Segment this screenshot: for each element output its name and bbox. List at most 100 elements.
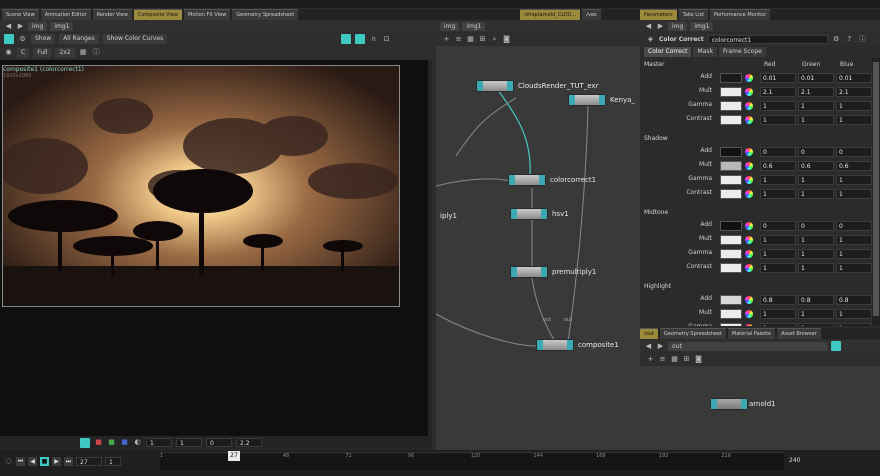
color-wheel-icon[interactable] [745, 176, 753, 184]
node-body[interactable] [508, 174, 546, 186]
param-value-field[interactable]: 1 [836, 101, 872, 111]
help-icon[interactable]: ? [845, 35, 854, 44]
node-colorcorrect1[interactable]: colorcorrect1 [508, 174, 596, 186]
back-arrow-icon[interactable]: ◀ [644, 342, 653, 351]
color-swatch[interactable] [720, 115, 742, 125]
param-value-field[interactable]: 2.1 [760, 87, 796, 97]
param-value-field[interactable]: 0.01 [798, 73, 834, 83]
tab-asset-browser[interactable]: Asset Browser [777, 328, 821, 339]
tab-shop-arnold[interactable]: /shop/arnold_CLOU... [520, 9, 581, 20]
grid-icon[interactable]: ▦ [466, 35, 475, 44]
stop-button[interactable]: ■ [40, 456, 49, 466]
param-group-title[interactable]: Highlight [644, 283, 671, 290]
color-wheel-icon[interactable] [745, 74, 753, 82]
param-value-field[interactable]: 0 [760, 221, 796, 231]
color-swatch[interactable] [720, 309, 742, 319]
tab-material-palette[interactable]: Material Palette [727, 328, 776, 339]
color-swatch[interactable] [720, 295, 742, 305]
color-swatch[interactable] [720, 101, 742, 111]
node-body[interactable] [510, 208, 548, 220]
channel-dropdown[interactable]: C [17, 47, 30, 58]
go-start-button[interactable]: ⏮ [16, 456, 25, 466]
out-network-editor[interactable]: arnold1 [640, 366, 880, 450]
timeline-ruler[interactable]: 1 27 48 72 96 120 144 168 192 216 [160, 452, 784, 470]
node-network-editor[interactable]: CloudsRender_TUT_exr Kenya_ colorcorrect… [436, 46, 640, 450]
param-value-field[interactable]: 0.6 [798, 161, 834, 171]
param-value-field[interactable]: 1 [836, 263, 872, 273]
param-value-field[interactable]: 1 [836, 323, 872, 326]
start-frame-field[interactable]: 1 [105, 456, 121, 466]
timeline-options-icon[interactable]: ◌ [4, 457, 13, 466]
color-chip-icon[interactable]: ■ [107, 438, 116, 447]
color-swatch[interactable] [720, 175, 742, 185]
end-frame-label[interactable]: 240 [789, 457, 800, 464]
param-value-field[interactable]: 1 [760, 115, 796, 125]
node-body[interactable] [476, 80, 514, 92]
pin-toggle[interactable] [831, 341, 841, 351]
param-value-field[interactable]: 1 [760, 189, 796, 199]
node-body[interactable] [510, 266, 548, 278]
subtab-frame-scope[interactable]: Frame Scope [718, 47, 766, 57]
forward-arrow-icon[interactable]: ▶ [656, 342, 665, 351]
color-swatch[interactable] [720, 189, 742, 199]
breadcrumb-current[interactable]: img1 [50, 21, 74, 31]
node-clouds-render[interactable]: CloudsRender_TUT_exr [476, 80, 598, 92]
param-value-field[interactable]: 1 [836, 189, 872, 199]
color-wheel-icon[interactable] [745, 116, 753, 124]
param-value-field[interactable]: 1 [836, 235, 872, 245]
node-kenya[interactable]: Kenya_ [568, 94, 635, 106]
camera-icon[interactable]: ◙ [694, 355, 703, 364]
range-dropdown[interactable]: All Ranges [59, 34, 99, 44]
param-value-field[interactable]: 1 [798, 309, 834, 319]
param-value-field[interactable]: 1 [760, 309, 796, 319]
color-swatch[interactable] [720, 161, 742, 171]
layout-icon[interactable]: ⊞ [478, 35, 487, 44]
tab-out[interactable]: /out [640, 328, 658, 339]
param-value-field[interactable]: 0.8 [798, 295, 834, 305]
node-body[interactable] [710, 398, 748, 410]
param-value-field[interactable]: 0 [798, 147, 834, 157]
breadcrumb-current[interactable]: out [668, 341, 828, 351]
params-scroll-thumb[interactable] [873, 62, 879, 316]
forward-arrow-icon[interactable]: ▶ [16, 22, 25, 31]
curves-button[interactable]: Show Color Curves [102, 34, 168, 44]
color-swatch[interactable] [720, 221, 742, 231]
list-icon[interactable]: ≡ [454, 35, 463, 44]
play-button[interactable]: ▶ [52, 456, 61, 466]
current-frame-field[interactable]: 27 [76, 456, 102, 466]
forward-arrow-icon[interactable]: ▶ [656, 22, 665, 31]
color-swatch[interactable] [720, 235, 742, 245]
param-value-field[interactable]: 1 [836, 115, 872, 125]
param-value-field[interactable]: 0.6 [836, 161, 872, 171]
color-wheel-icon[interactable] [745, 236, 753, 244]
step-back-button[interactable]: ◀ [28, 456, 37, 466]
param-value-field[interactable]: 2.1 [836, 87, 872, 97]
param-value-field[interactable]: 0 [798, 221, 834, 231]
param-value-field[interactable]: 0 [760, 147, 796, 157]
param-group-title[interactable]: Midtone [644, 209, 668, 216]
search-icon[interactable]: ⌕ [490, 35, 499, 44]
param-value-field[interactable]: 1 [798, 101, 834, 111]
param-value-field[interactable]: 1 [798, 323, 834, 326]
param-value-field[interactable]: 1 [760, 235, 796, 245]
grid-icon[interactable]: ▦ [670, 355, 679, 364]
breadcrumb-root[interactable]: img [668, 21, 688, 31]
go-end-button[interactable]: ⏭ [64, 456, 73, 466]
back-arrow-icon[interactable]: ◀ [644, 22, 653, 31]
display-toggle[interactable] [80, 437, 90, 448]
node-arnold1[interactable]: arnold1 [710, 398, 776, 410]
param-value-field[interactable]: 1 [836, 309, 872, 319]
info-icon[interactable]: ⓘ [92, 48, 101, 57]
node-name-field[interactable]: colorcorrect1 [707, 35, 828, 44]
overlay-toggle[interactable] [341, 34, 352, 44]
param-value-field[interactable]: 1 [798, 235, 834, 245]
node-hsv1[interactable]: hsv1 [510, 208, 569, 220]
subtab-color-correct[interactable]: Color Correct [644, 47, 692, 57]
color-wheel-icon[interactable] [745, 190, 753, 198]
zoom-mode-dropdown[interactable]: 2x2 [55, 47, 75, 58]
subtab-mask[interactable]: Mask [693, 47, 717, 57]
back-arrow-icon[interactable]: ◀ [4, 22, 13, 31]
tab-vex[interactable]: /vex [582, 9, 601, 20]
camera-icon[interactable]: ◙ [502, 35, 511, 44]
color-wheel-icon[interactable] [745, 102, 753, 110]
